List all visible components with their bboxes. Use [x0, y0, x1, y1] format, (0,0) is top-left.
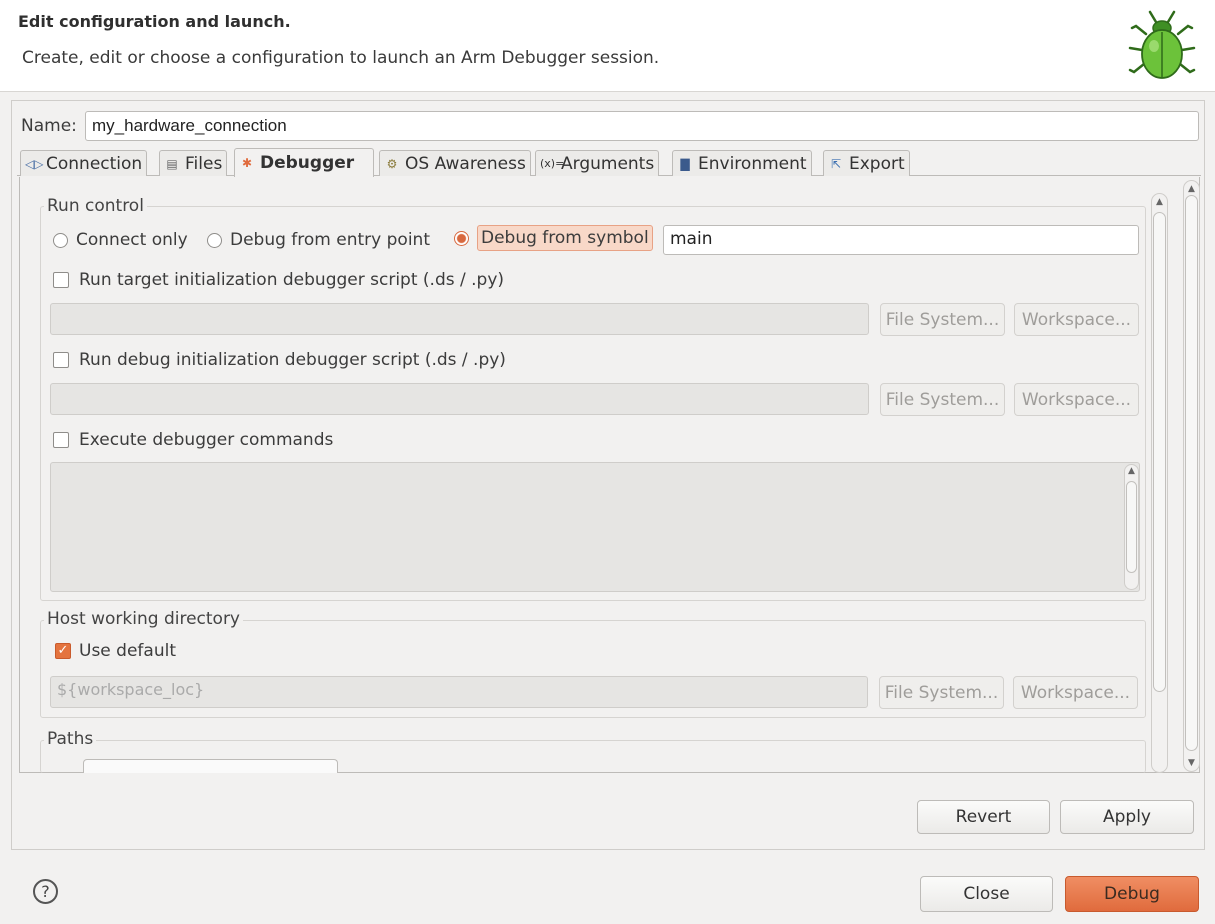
close-button[interactable]: Close: [920, 876, 1053, 912]
debug-script-file-system-button[interactable]: File System...: [880, 383, 1005, 416]
radio-connect-only-label: Connect only: [76, 230, 188, 250]
radio-debug-from-symbol-label: Debug from symbol: [477, 225, 653, 251]
debugger-icon: ✱: [241, 156, 253, 170]
host-dir-workspace-button[interactable]: Workspace...: [1013, 676, 1138, 709]
tab-export-label: Export: [849, 153, 905, 174]
target-script-file-system-button[interactable]: File System...: [880, 303, 1005, 336]
arguments-icon: (x)=: [540, 157, 565, 170]
header-description: Create, edit or choose a configuration t…: [22, 48, 660, 68]
tab-connection[interactable]: ◁▷ Connection: [20, 150, 148, 176]
target-script-path-input[interactable]: [50, 303, 869, 335]
tab-files[interactable]: ▤ Files: [159, 150, 228, 176]
tab-files-label: Files: [185, 153, 223, 174]
paths-dropdown[interactable]: [83, 759, 338, 773]
radio-debug-from-entry[interactable]: Debug from entry point: [207, 230, 430, 250]
target-script-label: Run target initialization debugger scrip…: [79, 270, 505, 290]
execute-commands-check-indicator[interactable]: [53, 432, 69, 448]
symbol-input[interactable]: main: [663, 225, 1139, 255]
radio-debug-from-symbol-indicator[interactable]: [454, 230, 469, 246]
tab-environment[interactable]: ▇ Environment: [672, 150, 812, 176]
name-input[interactable]: [85, 111, 1199, 141]
scroll-up-icon[interactable]: ▲: [1125, 466, 1138, 476]
debug-script-workspace-button[interactable]: Workspace...: [1014, 383, 1139, 416]
debug-button[interactable]: Debug: [1065, 876, 1199, 912]
tab-debugger-label: Debugger: [260, 153, 355, 173]
target-script-checkbox[interactable]: Run target initialization debugger scrip…: [53, 270, 504, 290]
execute-commands-label: Execute debugger commands: [79, 430, 334, 450]
outer-scroll-up-icon[interactable]: ▲: [1184, 184, 1199, 194]
header-title: Edit configuration and launch.: [18, 12, 291, 31]
export-icon: ⇱: [830, 156, 842, 171]
tab-os-awareness-label: OS Awareness: [405, 153, 526, 174]
run-control-label: Run control: [44, 196, 147, 216]
paths-label: Paths: [44, 729, 97, 749]
tab-export[interactable]: ⇱ Export: [823, 150, 910, 176]
host-working-directory-label: Host working directory: [44, 609, 243, 629]
outer-scroll-down-icon[interactable]: ▼: [1184, 758, 1199, 768]
target-script-check-indicator[interactable]: [53, 272, 69, 288]
help-icon[interactable]: ?: [33, 879, 58, 904]
radio-debug-from-entry-label: Debug from entry point: [230, 230, 430, 250]
content-inner-scrollbar[interactable]: ▲: [1151, 193, 1168, 773]
content-outer-scrollbar[interactable]: ▲ ▼: [1183, 180, 1200, 772]
bug-icon: [1128, 10, 1196, 79]
content-scroll-up-icon[interactable]: ▲: [1152, 197, 1167, 207]
commands-scrollbar[interactable]: ▲: [1124, 464, 1139, 590]
use-default-label: Use default: [79, 641, 176, 661]
debug-script-label: Run debug initialization debugger script…: [79, 350, 506, 370]
tab-environment-label: Environment: [698, 153, 807, 174]
tab-connection-label: Connection: [46, 153, 143, 174]
host-directory-input[interactable]: ${workspace_loc}: [50, 676, 868, 708]
radio-connect-only[interactable]: Connect only: [53, 230, 188, 250]
content-inner-scroll-thumb[interactable]: [1153, 212, 1166, 692]
apply-button[interactable]: Apply: [1060, 800, 1194, 834]
environment-icon: ▇: [680, 156, 690, 171]
execute-commands-checkbox[interactable]: Execute debugger commands: [53, 430, 333, 450]
debug-script-path-input[interactable]: [50, 383, 869, 415]
revert-button[interactable]: Revert: [917, 800, 1050, 834]
radio-connect-only-indicator[interactable]: [53, 232, 68, 248]
os-awareness-icon: ⚙: [386, 156, 398, 171]
tab-arguments[interactable]: (x)= Arguments: [535, 150, 660, 176]
content-outer-scroll-thumb[interactable]: [1185, 195, 1198, 751]
target-script-workspace-button[interactable]: Workspace...: [1014, 303, 1139, 336]
commands-scroll-thumb[interactable]: [1126, 481, 1137, 573]
host-dir-file-system-button[interactable]: File System...: [879, 676, 1004, 709]
use-default-checkbox[interactable]: ✓ Use default: [55, 641, 176, 661]
connection-icon: ◁▷: [25, 156, 44, 171]
name-label: Name:: [21, 116, 77, 136]
tab-arguments-label: Arguments: [561, 153, 655, 174]
tab-debugger[interactable]: ✱ Debugger: [234, 148, 374, 177]
radio-debug-from-entry-indicator[interactable]: [207, 232, 222, 248]
files-icon: ▤: [166, 156, 178, 171]
debug-script-check-indicator[interactable]: [53, 352, 69, 368]
debug-script-checkbox[interactable]: Run debug initialization debugger script…: [53, 350, 506, 370]
debugger-commands-textarea[interactable]: [50, 462, 1140, 592]
tab-os-awareness[interactable]: ⚙ OS Awareness: [379, 150, 531, 176]
radio-debug-from-symbol[interactable]: Debug from symbol: [454, 225, 653, 251]
use-default-check-indicator[interactable]: ✓: [55, 643, 71, 659]
